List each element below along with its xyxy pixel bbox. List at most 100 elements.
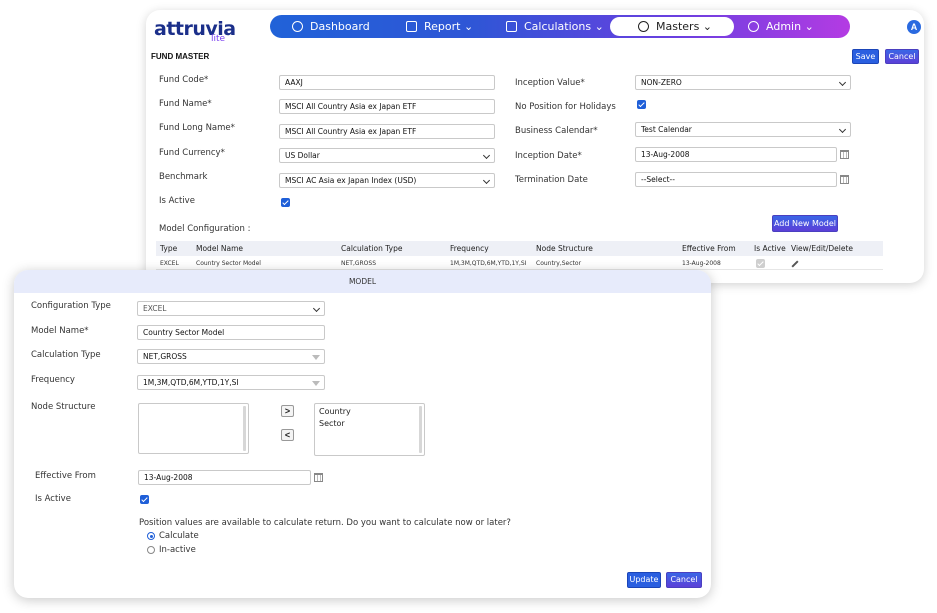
calculator-icon bbox=[506, 21, 517, 32]
is-active-checkbox[interactable] bbox=[140, 495, 149, 504]
effective-from-field[interactable]: 13-Aug-2008 bbox=[138, 470, 311, 485]
row-is-active-checkbox bbox=[756, 259, 765, 268]
app-logo-sub: lite bbox=[211, 34, 226, 44]
benchmark-label: Benchmark bbox=[159, 172, 208, 182]
cell-type: EXCEL bbox=[160, 260, 179, 267]
chevron-down-icon: ⌄ bbox=[594, 20, 604, 33]
column-header: Node Structure bbox=[536, 244, 593, 253]
column-header: View/Edit/Delete bbox=[791, 244, 854, 253]
calculate-radio[interactable] bbox=[147, 532, 155, 540]
user-avatar[interactable]: A bbox=[907, 20, 921, 34]
calculation-type-select[interactable]: NET,GROSS bbox=[137, 349, 325, 364]
model-table-header: Type Model Name Calculation Type Frequen… bbox=[156, 241, 883, 256]
report-icon bbox=[406, 21, 417, 32]
list-item[interactable]: Country bbox=[319, 407, 351, 416]
inactive-radio[interactable] bbox=[147, 546, 155, 554]
inception-date-label: Inception Date* bbox=[515, 151, 582, 161]
nav-calculations-label: Calculations bbox=[524, 20, 592, 33]
fund-currency-select[interactable]: US Dollar bbox=[279, 148, 495, 163]
available-nodes-list[interactable] bbox=[138, 403, 249, 454]
main-nav: Dashboard Report ⌄ Calculations ⌄ Master… bbox=[270, 15, 850, 38]
cancel-button[interactable]: Cancel bbox=[666, 572, 702, 588]
user-icon bbox=[638, 21, 649, 32]
dashboard-icon bbox=[292, 21, 303, 32]
update-button[interactable]: Update bbox=[627, 572, 661, 588]
is-active-label: Is Active bbox=[159, 196, 195, 206]
cancel-button[interactable]: Cancel bbox=[885, 49, 919, 64]
inception-value-select[interactable]: NON-ZERO bbox=[635, 75, 851, 90]
table-row[interactable]: EXCEL Country Sector Model NET,GROSS 1M,… bbox=[156, 257, 883, 270]
cell-frequency: 1M,3M,QTD,6M,YTD,1Y,SI bbox=[450, 260, 527, 267]
nav-masters-label: Masters bbox=[656, 20, 700, 33]
scrollbar[interactable] bbox=[243, 406, 246, 451]
cell-effective-from: 13-Aug-2008 bbox=[682, 260, 721, 267]
selected-nodes-list[interactable]: Country Sector bbox=[314, 403, 425, 456]
chevron-down-icon: ⌄ bbox=[804, 20, 814, 33]
model-name-field[interactable]: Country Sector Model bbox=[137, 325, 325, 340]
termination-date-label: Termination Date bbox=[515, 175, 588, 185]
fund-code-field[interactable]: AAXJ bbox=[279, 75, 495, 90]
calculation-type-label: Calculation Type bbox=[31, 350, 101, 360]
column-header: Is Active bbox=[754, 244, 786, 253]
chevron-down-icon: ⌄ bbox=[702, 20, 713, 33]
calendar-icon[interactable] bbox=[840, 150, 849, 159]
cell-calculation-type: NET,GROSS bbox=[341, 260, 377, 267]
model-configuration-label: Model Configuration : bbox=[159, 224, 251, 234]
chevron-down-icon: ⌄ bbox=[463, 20, 474, 33]
model-dialog: MODEL Configuration Type EXCEL Model Nam… bbox=[14, 270, 711, 598]
nav-admin-label: Admin bbox=[766, 20, 802, 33]
benchmark-select[interactable]: MSCI AC Asia ex Japan Index (USD) bbox=[279, 173, 495, 188]
fund-code-label: Fund Code* bbox=[159, 75, 209, 85]
nav-dashboard[interactable]: Dashboard bbox=[292, 15, 370, 38]
nav-dashboard-label: Dashboard bbox=[310, 20, 370, 33]
move-right-button[interactable]: > bbox=[281, 405, 294, 417]
node-structure-label: Node Structure bbox=[31, 402, 96, 412]
business-calendar-select[interactable]: Test Calendar bbox=[635, 122, 851, 137]
page-title: FUND MASTER bbox=[151, 52, 210, 61]
list-item[interactable]: Sector bbox=[319, 419, 345, 428]
calendar-icon[interactable] bbox=[840, 175, 849, 184]
inception-date-field[interactable]: 13-Aug-2008 bbox=[635, 147, 837, 162]
no-position-checkbox[interactable] bbox=[637, 100, 646, 109]
move-left-button[interactable]: < bbox=[281, 429, 294, 441]
edit-icon[interactable] bbox=[791, 260, 799, 268]
is-active-label: Is Active bbox=[35, 494, 71, 504]
fund-long-name-label: Fund Long Name* bbox=[159, 123, 235, 133]
add-new-model-button[interactable]: Add New Model bbox=[772, 215, 838, 232]
nav-admin[interactable]: Admin ⌄ bbox=[748, 15, 814, 38]
column-header: Frequency bbox=[450, 244, 489, 253]
save-button[interactable]: Save bbox=[852, 49, 879, 64]
nav-report[interactable]: Report ⌄ bbox=[406, 15, 473, 38]
frequency-select[interactable]: 1M,3M,QTD,6M,YTD,1Y,SI bbox=[137, 375, 325, 390]
column-header: Calculation Type bbox=[341, 244, 403, 253]
calculate-label[interactable]: Calculate bbox=[159, 531, 199, 541]
scrollbar[interactable] bbox=[419, 406, 422, 453]
nav-masters[interactable]: Masters ⌄ bbox=[610, 17, 734, 36]
nav-report-label: Report bbox=[424, 20, 461, 33]
dialog-title: MODEL bbox=[14, 270, 711, 293]
fund-name-label: Fund Name* bbox=[159, 99, 212, 109]
fund-currency-label: Fund Currency* bbox=[159, 148, 225, 158]
calendar-icon[interactable] bbox=[314, 473, 323, 482]
admin-icon bbox=[748, 21, 759, 32]
cell-model-name: Country Sector Model bbox=[196, 260, 261, 267]
inactive-label[interactable]: In-active bbox=[159, 545, 196, 555]
frequency-label: Frequency bbox=[31, 375, 75, 385]
business-calendar-label: Business Calendar* bbox=[515, 126, 598, 136]
position-question-text: Position values are available to calcula… bbox=[139, 518, 511, 528]
termination-date-field[interactable]: --Select-- bbox=[635, 172, 837, 187]
column-header: Model Name bbox=[196, 244, 244, 253]
fund-name-field[interactable]: MSCI All Country Asia ex Japan ETF bbox=[279, 99, 495, 114]
configuration-type-label: Configuration Type bbox=[31, 301, 111, 311]
nav-calculations[interactable]: Calculations ⌄ bbox=[506, 15, 604, 38]
model-name-label: Model Name* bbox=[31, 326, 89, 336]
configuration-type-select[interactable]: EXCEL bbox=[137, 301, 325, 316]
fund-long-name-field[interactable]: MSCI All Country Asia ex Japan ETF bbox=[279, 124, 495, 139]
is-active-checkbox[interactable] bbox=[281, 198, 290, 207]
cell-node-structure: Country,Sector bbox=[536, 260, 582, 267]
fund-master-window: attruvia lite Dashboard Report ⌄ Calcula… bbox=[146, 10, 924, 283]
column-header: Effective From bbox=[682, 244, 736, 253]
column-header: Type bbox=[160, 244, 178, 253]
effective-from-label: Effective From bbox=[35, 471, 96, 481]
inception-value-label: Inception Value* bbox=[515, 78, 585, 88]
